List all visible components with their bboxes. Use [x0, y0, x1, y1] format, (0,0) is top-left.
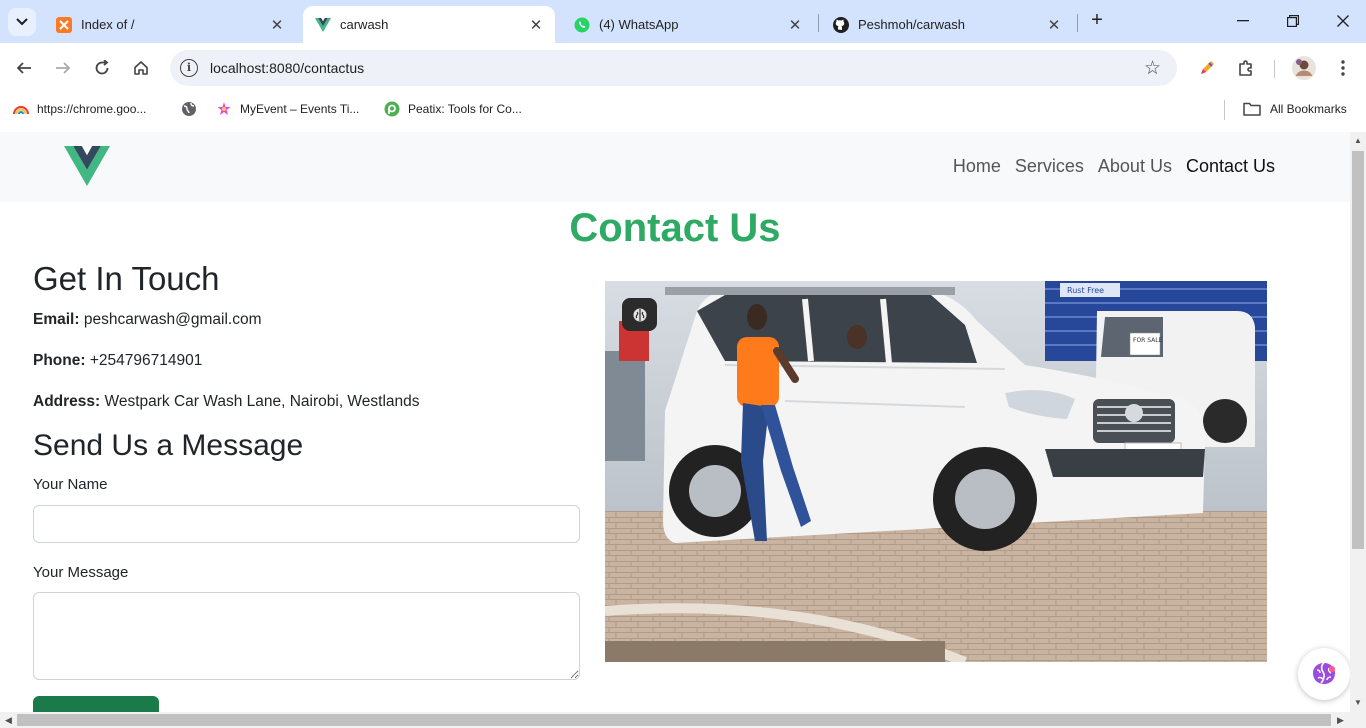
- minimize-button[interactable]: [1231, 10, 1255, 32]
- close-icon[interactable]: ✕: [527, 16, 545, 34]
- get-in-touch-heading: Get In Touch: [33, 260, 220, 297]
- kebab-menu-icon[interactable]: [1331, 55, 1355, 81]
- email-value: peshcarwash@gmail.com: [83, 311, 262, 328]
- tab-divider: [818, 14, 819, 32]
- bookmark-myevent[interactable]: MyEvent – Events Ti...: [216, 101, 359, 117]
- tab-index[interactable]: Index of / ✕: [44, 6, 296, 43]
- nav-link-home[interactable]: Home: [953, 156, 1001, 177]
- folder-icon: [1242, 101, 1262, 117]
- horizontal-scrollbar[interactable]: ◀ ▶: [0, 712, 1366, 728]
- page-viewport: Home Services About Us Contact Us Contac…: [0, 132, 1350, 712]
- all-bookmarks-label: All Bookmarks: [1270, 102, 1347, 116]
- whatsapp-icon: [574, 17, 590, 33]
- tab-strip: Index of / ✕ carwash ✕ (4) WhatsApp ✕ Pe…: [0, 0, 1366, 43]
- tab-title: (4) WhatsApp: [599, 17, 679, 32]
- name-label: Your Name: [33, 476, 108, 493]
- address-bar[interactable]: i localhost:8080/contactus ☆: [170, 50, 1177, 86]
- bookmark-star-icon[interactable]: ☆: [1144, 57, 1161, 80]
- close-icon[interactable]: ✕: [1045, 16, 1063, 34]
- tab-title: Index of /: [81, 17, 135, 32]
- for-sale-sign-text: FOR SALE: [1133, 337, 1163, 344]
- scroll-left-icon[interactable]: ◀: [5, 715, 12, 726]
- tab-carwash[interactable]: carwash ✕: [303, 6, 555, 43]
- bookmark-label: Peatix: Tools for Co...: [408, 102, 522, 116]
- nav-link-services[interactable]: Services: [1015, 156, 1084, 177]
- bookmark-label: https://chrome.goo...: [37, 102, 147, 116]
- browser-toolbar: i localhost:8080/contactus ☆: [0, 43, 1366, 93]
- ai-assistant-icon[interactable]: [1298, 648, 1350, 700]
- close-icon[interactable]: ✕: [786, 16, 804, 34]
- chevron-down-icon: [16, 15, 28, 29]
- scroll-down-icon[interactable]: ▼: [1354, 698, 1362, 707]
- page-title: Contact Us: [569, 206, 781, 250]
- github-icon: [833, 16, 849, 33]
- phone-line: Phone: +254796714901: [33, 352, 202, 370]
- fence-sign-text: Rust Free: [1067, 286, 1104, 295]
- carwash-photo: Rust Free FOR SALE: [605, 281, 1267, 662]
- vue-icon: [315, 17, 331, 33]
- site-info-icon[interactable]: i: [180, 59, 198, 77]
- rainbow-icon: [13, 101, 29, 117]
- site-navbar: Home Services About Us Contact Us: [0, 132, 1350, 202]
- email-label: Email:: [33, 311, 80, 328]
- bookmark-globe[interactable]: [181, 101, 205, 117]
- close-window-button[interactable]: [1331, 10, 1355, 32]
- close-icon[interactable]: ✕: [268, 16, 286, 34]
- name-input[interactable]: [33, 505, 580, 543]
- tab-divider: [1077, 14, 1078, 32]
- tab-search-button[interactable]: [8, 8, 36, 36]
- phone-value: +254796714901: [89, 352, 203, 369]
- address-label: Address:: [33, 393, 101, 410]
- toolbar-divider: [1274, 60, 1275, 78]
- phone-label: Phone:: [33, 352, 86, 369]
- tab-title: Peshmoh/carwash: [858, 17, 965, 32]
- email-line: Email: peshcarwash@gmail.com: [33, 311, 262, 329]
- extensions-puzzle-icon[interactable]: [1233, 55, 1259, 81]
- new-tab-button[interactable]: +: [1086, 10, 1108, 32]
- myevent-icon: [216, 101, 232, 117]
- bookmark-chrome[interactable]: https://chrome.goo...: [13, 101, 146, 117]
- vertical-scrollbar[interactable]: ▲ ▼: [1350, 132, 1366, 712]
- reload-button[interactable]: [89, 55, 115, 81]
- bookmark-peatix[interactable]: Peatix: Tools for Co...: [384, 101, 522, 117]
- bookmarks-divider: [1224, 100, 1225, 120]
- message-textarea[interactable]: [33, 592, 580, 680]
- home-button[interactable]: [128, 55, 154, 81]
- vue-logo[interactable]: [64, 146, 110, 191]
- forward-button[interactable]: [50, 55, 76, 81]
- xampp-icon: [56, 16, 72, 33]
- reload-icon: [95, 60, 109, 75]
- vertical-scroll-thumb[interactable]: [1352, 151, 1364, 549]
- send-message-heading: Send Us a Message: [33, 429, 304, 462]
- submit-button[interactable]: [33, 696, 159, 712]
- back-button[interactable]: [11, 55, 37, 81]
- pen-extension-icon[interactable]: [1194, 55, 1220, 81]
- globe-icon: [181, 101, 197, 117]
- bookmarks-bar: https://chrome.goo... MyEvent – Events T…: [0, 93, 1366, 132]
- nav-link-contact-us[interactable]: Contact Us: [1186, 156, 1275, 177]
- back-arrow-icon: [16, 62, 31, 74]
- nav-link-about-us[interactable]: About Us: [1098, 156, 1172, 177]
- profile-avatar[interactable]: [1290, 55, 1318, 81]
- bookmark-label: MyEvent – Events Ti...: [240, 102, 360, 116]
- home-icon: [134, 61, 148, 75]
- brain-extension-icon[interactable]: [622, 298, 657, 331]
- tab-title: carwash: [340, 17, 389, 32]
- forward-arrow-icon: [56, 62, 71, 74]
- horizontal-scroll-thumb[interactable]: [17, 714, 1331, 726]
- message-label: Your Message: [33, 564, 129, 581]
- scroll-right-icon[interactable]: ▶: [1337, 715, 1344, 726]
- tab-github[interactable]: Peshmoh/carwash ✕: [821, 6, 1073, 43]
- site-nav-links: Home Services About Us Contact Us: [953, 156, 1275, 177]
- url-text[interactable]: localhost:8080/contactus: [210, 60, 364, 76]
- all-bookmarks-button[interactable]: All Bookmarks: [1242, 101, 1347, 117]
- address-value: Westpark Car Wash Lane, Nairobi, Westlan…: [104, 393, 420, 410]
- restore-button[interactable]: [1281, 10, 1305, 32]
- scroll-up-icon[interactable]: ▲: [1354, 136, 1362, 145]
- tab-whatsapp[interactable]: (4) WhatsApp ✕: [562, 6, 814, 43]
- address-line: Address: Westpark Car Wash Lane, Nairobi…: [33, 393, 420, 411]
- peatix-icon: [384, 101, 400, 117]
